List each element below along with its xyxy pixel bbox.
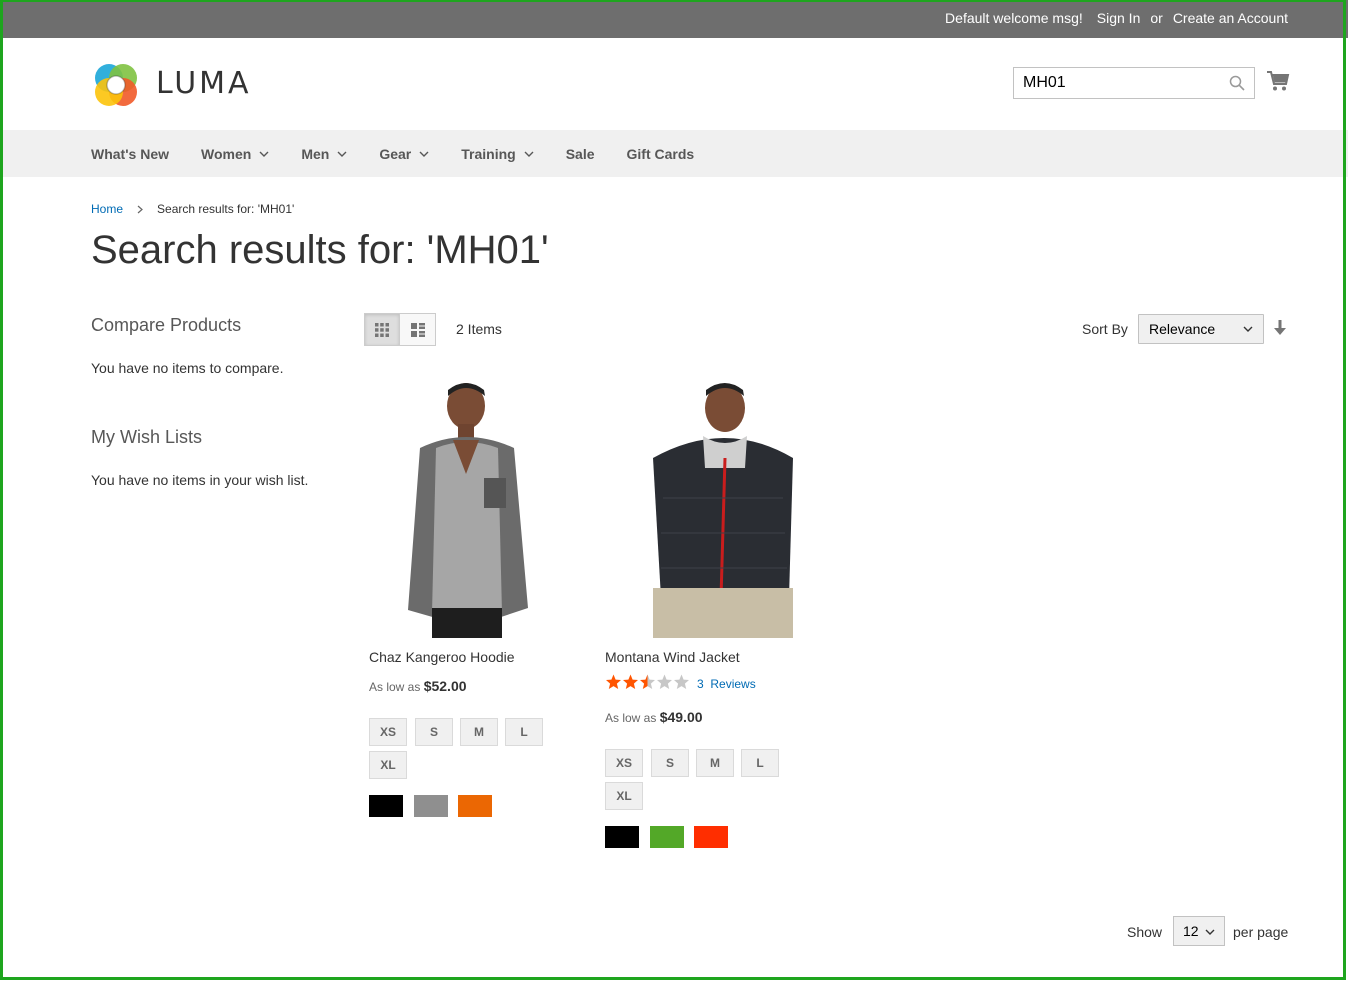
- sort-by-value: Relevance: [1149, 321, 1216, 337]
- product-name-link[interactable]: Chaz Kangeroo Hoodie: [369, 649, 515, 665]
- product-item[interactable]: [613, 378, 813, 643]
- per-page-select[interactable]: 12: [1173, 916, 1225, 946]
- create-account-link[interactable]: Create an Account: [1173, 10, 1288, 26]
- header-links: Default welcome msg! Sign In or Create a…: [945, 10, 1288, 26]
- chevron-down-icon: [259, 151, 269, 157]
- compare-empty-text: You have no items to compare.: [91, 360, 284, 376]
- chevron-down-icon: [337, 151, 347, 157]
- nav-item-women[interactable]: Women: [201, 146, 269, 162]
- nav-item-training[interactable]: Training: [461, 146, 534, 162]
- size-swatch[interactable]: S: [651, 749, 689, 777]
- nav-item-label: Gift Cards: [626, 146, 695, 162]
- product-name-link[interactable]: Montana Wind Jacket: [605, 649, 740, 665]
- color-swatch[interactable]: [414, 795, 448, 817]
- nav-item-gift-cards[interactable]: Gift Cards: [627, 146, 695, 162]
- top-bar: Default welcome msg! Sign In or Create a…: [0, 0, 1348, 38]
- size-swatch[interactable]: XS: [605, 749, 643, 777]
- nav-item-label: Men: [301, 146, 330, 162]
- size-swatch[interactable]: M: [460, 718, 498, 746]
- per-page-value: 12: [1183, 923, 1199, 939]
- product-price: As low as $49.00: [605, 709, 703, 725]
- show-label: Show: [1127, 924, 1163, 940]
- wishlist-title: My Wish Lists: [91, 427, 203, 447]
- color-swatch[interactable]: [605, 826, 639, 848]
- product-item[interactable]: [368, 378, 568, 643]
- logo-text[interactable]: LUMA: [156, 66, 252, 101]
- page-title: Search results for: 'MH01': [91, 228, 549, 272]
- size-swatch[interactable]: XS: [369, 718, 407, 746]
- nav-item-gear[interactable]: Gear: [379, 146, 429, 162]
- sign-in-link[interactable]: Sign In: [1097, 10, 1141, 26]
- price-prefix: As low as: [605, 711, 657, 725]
- grid-icon: [375, 322, 389, 337]
- per-page-label: per page: [1233, 924, 1289, 940]
- size-swatch[interactable]: S: [415, 718, 453, 746]
- view-mode-switcher: [364, 313, 437, 346]
- star-icon: [657, 674, 672, 689]
- price-value: $52.00: [423, 678, 467, 694]
- star-icon: [623, 674, 638, 689]
- compare-products-title: Compare Products: [91, 315, 242, 335]
- nav-item-label: Gear: [379, 146, 412, 162]
- search-input[interactable]: [1014, 68, 1214, 98]
- color-swatch[interactable]: [694, 826, 728, 848]
- size-swatch[interactable]: XL: [369, 751, 407, 779]
- reviews-label: Reviews: [710, 677, 756, 691]
- product-image[interactable]: [613, 378, 813, 638]
- breadcrumb-home-link[interactable]: Home: [91, 202, 123, 216]
- cart-icon[interactable]: [1266, 70, 1290, 92]
- size-swatch[interactable]: L: [741, 749, 779, 777]
- wishlist-empty-text: You have no items in your wish list.: [91, 472, 309, 488]
- sort-by-select[interactable]: Relevance: [1138, 314, 1264, 344]
- size-swatch[interactable]: XL: [605, 782, 643, 810]
- star-icon: [674, 674, 689, 689]
- list-icon: [410, 322, 425, 337]
- breadcrumb: Home Search results for: 'MH01': [91, 202, 294, 216]
- nav-item-label: Women: [201, 146, 252, 162]
- nav-item-label: What's New: [91, 146, 170, 162]
- nav-item-label: Sale: [565, 146, 595, 162]
- header: LUMA: [0, 38, 1348, 130]
- sort-by-label: Sort By: [1082, 321, 1128, 337]
- nav-item-sale[interactable]: Sale: [566, 146, 595, 162]
- items-count: 2 Items: [456, 321, 502, 337]
- price-value: $49.00: [659, 709, 703, 725]
- reviews-count: 3: [697, 677, 704, 691]
- grid-view-button[interactable]: [364, 313, 400, 346]
- chevron-right-icon: [137, 205, 143, 213]
- list-view-button[interactable]: [400, 313, 436, 346]
- size-swatch[interactable]: L: [505, 718, 543, 746]
- chevron-down-icon: [419, 151, 429, 157]
- product-price: As low as $52.00: [369, 678, 467, 694]
- nav-item-men[interactable]: Men: [301, 146, 347, 162]
- nav-list: What's New Women Men Gear Training Sale Gift C…: [91, 146, 726, 162]
- star-icon: [606, 674, 621, 689]
- nav-item-what-s-new[interactable]: What's New: [91, 146, 169, 162]
- main-navigation: What's New Women Men Gear Training Sale Gift C…: [0, 130, 1348, 177]
- reviews-link[interactable]: 3 Reviews: [697, 677, 756, 691]
- color-swatch[interactable]: [458, 795, 492, 817]
- welcome-message: Default welcome msg!: [945, 10, 1083, 26]
- luma-logo-icon[interactable]: [91, 60, 141, 110]
- rating-stars: [605, 674, 690, 690]
- color-swatch[interactable]: [650, 826, 684, 848]
- breadcrumb-current: Search results for: 'MH01': [157, 202, 295, 216]
- search-box: [1013, 67, 1255, 99]
- chevron-down-icon: [1205, 929, 1215, 935]
- product-image[interactable]: [368, 378, 568, 638]
- search-icon[interactable]: [1229, 75, 1245, 91]
- sort-direction-arrow-icon[interactable]: [1274, 320, 1286, 336]
- or-text: or: [1150, 10, 1163, 26]
- nav-item-label: Training: [461, 146, 516, 162]
- size-swatch[interactable]: M: [696, 749, 734, 777]
- chevron-down-icon: [1243, 326, 1253, 332]
- chevron-down-icon: [524, 151, 534, 157]
- star-icon: [640, 674, 655, 689]
- price-prefix: As low as: [369, 680, 421, 694]
- color-swatch[interactable]: [369, 795, 403, 817]
